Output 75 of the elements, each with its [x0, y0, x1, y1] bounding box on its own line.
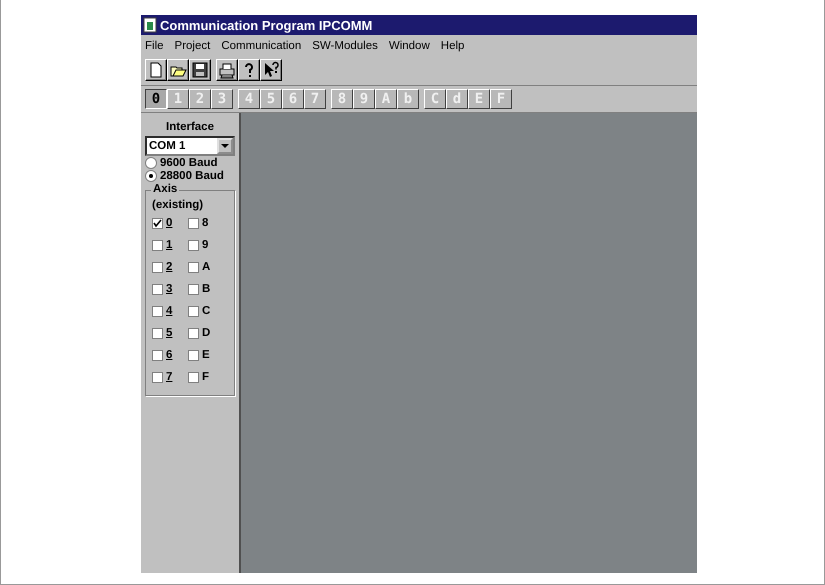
menu-item[interactable]: Communication [221, 40, 302, 52]
checkbox[interactable] [188, 284, 199, 294]
axis-button[interactable]: A [375, 89, 397, 109]
checkbox[interactable] [152, 350, 163, 360]
port-dropdown[interactable]: COM 1 [145, 136, 235, 156]
checkbox[interactable] [152, 284, 163, 294]
checkbox-label: 5 [166, 327, 172, 339]
dropdown-arrow-icon [221, 144, 229, 148]
axis-button[interactable]: d [446, 89, 468, 109]
pointer-question-icon [262, 61, 280, 79]
checkbox-label: A [202, 261, 210, 273]
axis-button[interactable]: F [490, 89, 512, 109]
app-icon [143, 17, 157, 33]
menu-item[interactable]: Help [440, 40, 464, 52]
group-subtitle: (existing) [152, 199, 204, 211]
radio-button[interactable] [145, 157, 157, 169]
open-button[interactable] [167, 59, 189, 81]
checkbox-label: 9 [202, 239, 208, 251]
checkbox-label: 7 [166, 371, 172, 383]
checkbox[interactable] [188, 262, 199, 272]
checkbox[interactable] [152, 262, 163, 272]
radio-label: 28800 Baud [160, 170, 224, 182]
axis-button[interactable]: 5 [260, 89, 282, 109]
floppy-icon [191, 61, 209, 79]
checkbox-label: 4 [166, 305, 172, 317]
menu-item[interactable]: Window [388, 40, 430, 52]
axis-button[interactable]: b [397, 89, 419, 109]
checkbox-label: F [202, 371, 210, 383]
axis-button[interactable]: 9 [353, 89, 375, 109]
checkbox-label: 3 [166, 283, 172, 295]
print-button[interactable] [216, 59, 238, 81]
axis-button[interactable]: 1 [167, 89, 189, 109]
checkbox[interactable] [188, 372, 199, 382]
checkbox[interactable] [152, 218, 163, 228]
checkbox-label: D [202, 327, 210, 339]
axis-button[interactable]: 4 [238, 89, 260, 109]
axis-button[interactable]: 0 [145, 89, 167, 109]
checkbox[interactable] [188, 328, 199, 338]
checkbox-label: E [202, 349, 210, 361]
new-button[interactable] [145, 59, 167, 81]
help-button[interactable] [238, 59, 260, 81]
check-icon [153, 218, 162, 228]
checkbox[interactable] [188, 240, 199, 250]
checkbox-label: 1 [166, 239, 172, 251]
checkbox[interactable] [188, 350, 199, 360]
checkbox[interactable] [188, 306, 199, 316]
group-title: Axis [151, 183, 180, 195]
checkbox[interactable] [188, 218, 199, 228]
save-button[interactable] [189, 59, 211, 81]
menu-item[interactable]: File [145, 40, 164, 52]
radio-button[interactable] [145, 170, 157, 182]
axis-button[interactable]: C [424, 89, 446, 109]
checkbox-label: B [202, 283, 210, 295]
checkbox-label: C [202, 305, 210, 317]
axis-button[interactable]: E [468, 89, 490, 109]
menu-item[interactable]: Project [174, 40, 210, 52]
checkbox[interactable] [152, 372, 163, 382]
window-title: Communication Program IPCOMM [160, 18, 372, 32]
radio-label: 9600 Baud [160, 157, 218, 169]
context-help-button[interactable] [260, 59, 282, 81]
checkbox-label: 0 [166, 217, 172, 229]
menu-item[interactable]: SW-Modules [312, 40, 378, 52]
axis-button[interactable]: 2 [189, 89, 211, 109]
printer-icon [218, 61, 236, 79]
axis-button[interactable]: 3 [211, 89, 233, 109]
checkbox[interactable] [152, 240, 163, 250]
interface-label: Interface [165, 121, 215, 133]
axis-button[interactable]: 6 [282, 89, 304, 109]
checkbox[interactable] [152, 306, 163, 316]
checkbox-label: 6 [166, 349, 172, 361]
checkbox-label: 8 [202, 217, 208, 229]
checkbox-label: 2 [166, 261, 172, 273]
axis-button[interactable]: 8 [331, 89, 353, 109]
axis-button[interactable]: 7 [304, 89, 326, 109]
checkbox[interactable] [152, 328, 163, 338]
